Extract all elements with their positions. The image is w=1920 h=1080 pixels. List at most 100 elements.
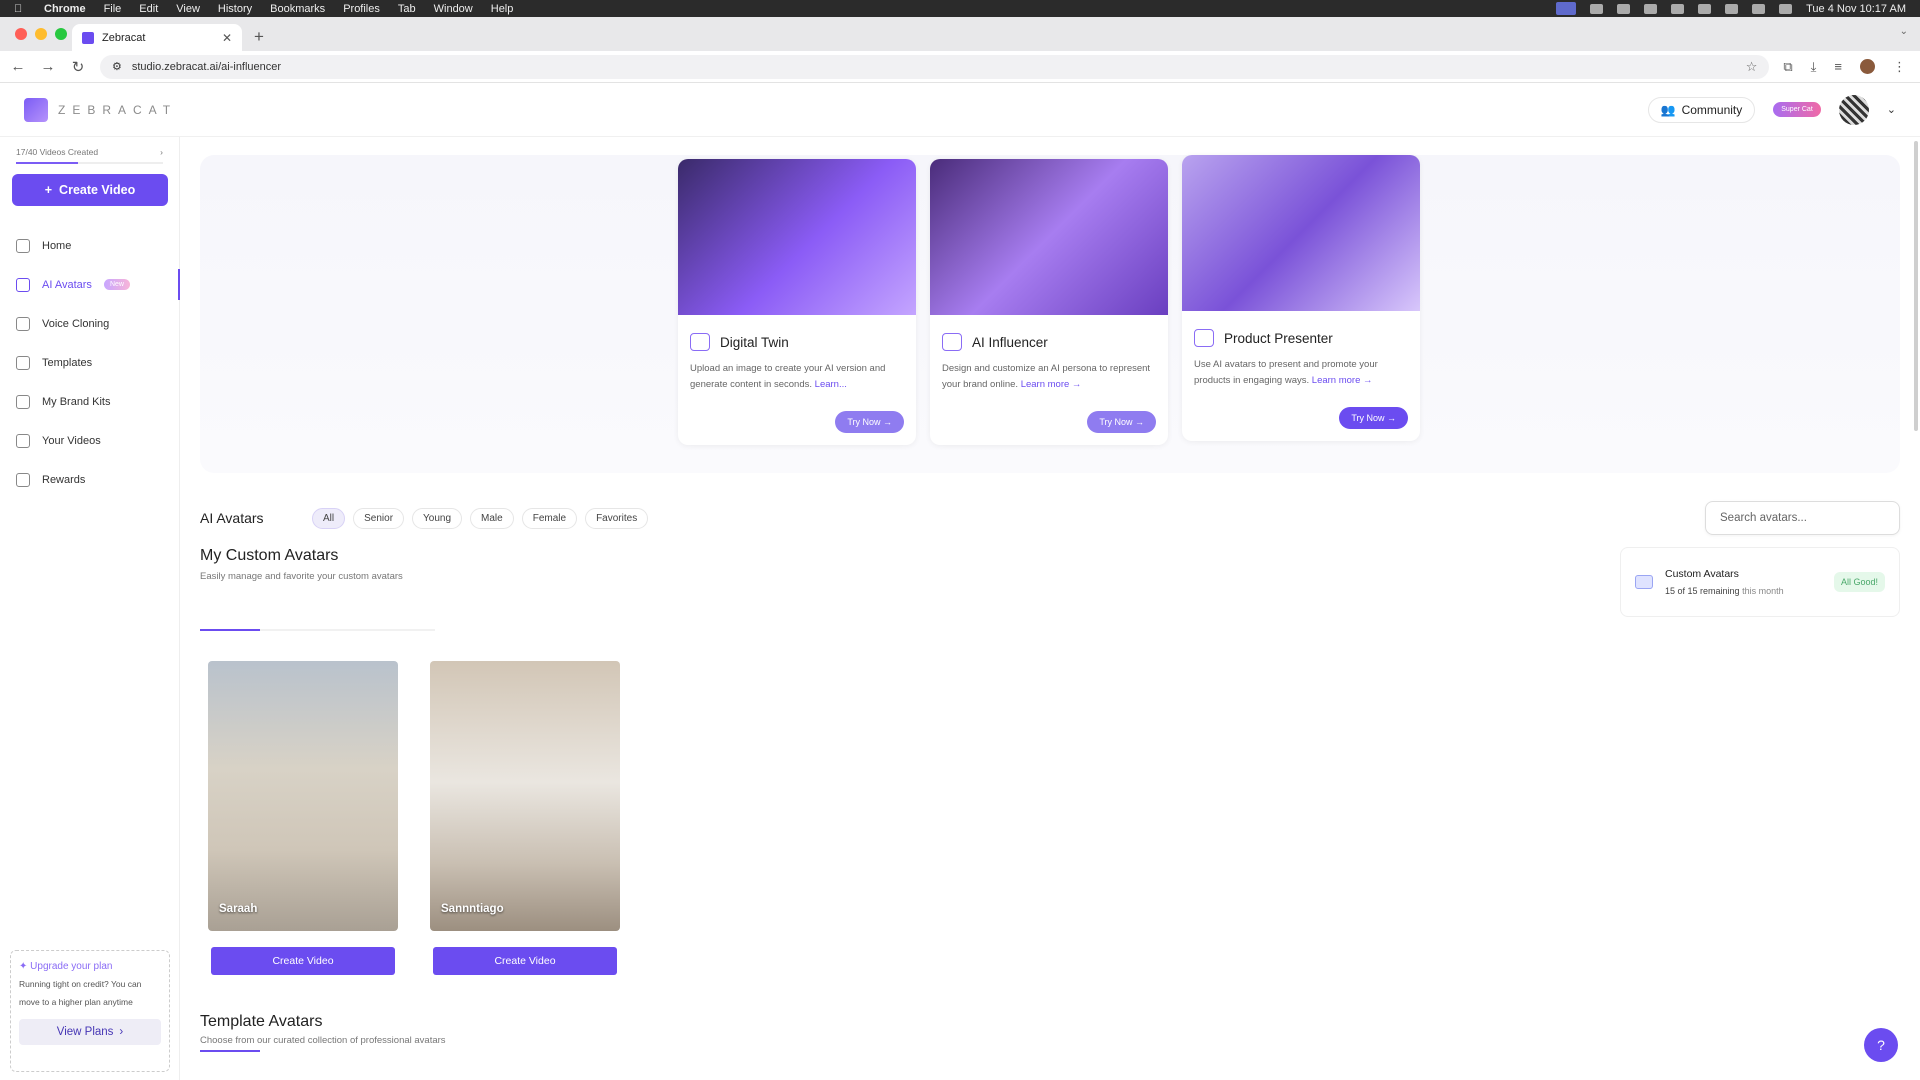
close-window-button[interactable] xyxy=(15,28,27,40)
media-icon[interactable]: ≡ xyxy=(1834,59,1842,74)
new-badge: New xyxy=(103,279,130,290)
menu-view[interactable]: View xyxy=(176,3,200,15)
url-text[interactable]: studio.zebracat.ai/ai-influencer xyxy=(132,61,281,73)
filter-chip-young[interactable]: Young xyxy=(412,507,463,529)
sidebar-item-label: Templates xyxy=(42,356,93,369)
usage-meter[interactable]: 17/40 Videos Created › xyxy=(12,147,167,157)
learn-more-link[interactable]: Learn more → xyxy=(1312,375,1373,386)
create-video-button[interactable]: Create Video xyxy=(211,947,395,975)
spotlight-search-icon[interactable] xyxy=(1752,3,1766,14)
digital-twin-image xyxy=(678,159,916,315)
product-presenter-image xyxy=(1182,155,1420,311)
view-plans-button[interactable]: View Plans › xyxy=(19,1019,161,1045)
plus-icon: + xyxy=(44,183,53,197)
feature-card-digital-twin[interactable]: Digital Twin Upload an image to create y… xyxy=(678,159,916,445)
logo[interactable]: ZEBRACAT xyxy=(24,97,177,122)
waveform-icon xyxy=(16,316,30,331)
bookmark-star-icon[interactable]: ☆ xyxy=(1746,59,1758,75)
browser-tab[interactable]: Zebracat ✕ xyxy=(72,24,242,51)
filter-chip-all[interactable]: All xyxy=(312,507,346,529)
usage-text: 17/40 Videos Created xyxy=(16,147,99,157)
sidebar-item-voice-cloning[interactable]: Voice Cloning xyxy=(12,304,167,343)
avatar-stack-icon xyxy=(1635,575,1653,589)
sidebar-item-templates[interactable]: Templates xyxy=(12,343,167,382)
sidebar: 17/40 Videos Created › + Create Video Ho… xyxy=(0,137,180,1080)
menu-history[interactable]: History xyxy=(218,3,252,15)
feature-title: Product Presenter xyxy=(1224,330,1333,346)
avatar-card[interactable]: Saraah Create Video xyxy=(208,661,408,975)
zoom-window-button[interactable] xyxy=(55,28,67,40)
status-icon[interactable] xyxy=(1617,3,1631,14)
chrome-menu-icon[interactable]: ⋮ xyxy=(1893,59,1906,75)
upgrade-plan-card: ✦ Upgrade your plan Running tight on cre… xyxy=(10,950,170,1072)
create-video-button[interactable]: + Create Video xyxy=(12,174,168,206)
feature-card-ai-influencer[interactable]: AI Influencer Design and customize an AI… xyxy=(930,159,1168,445)
filter-chip-male[interactable]: Male xyxy=(470,507,514,529)
bluetooth-icon[interactable] xyxy=(1698,3,1712,14)
try-now-button[interactable]: Try Now → xyxy=(1339,407,1408,429)
image-sparkle-icon xyxy=(1194,329,1214,347)
menu-edit[interactable]: Edit xyxy=(139,3,158,15)
menu-file[interactable]: File xyxy=(104,3,122,15)
apple-icon[interactable]:  xyxy=(14,3,26,15)
new-tab-button[interactable]: + xyxy=(254,27,264,47)
filter-chip-female[interactable]: Female xyxy=(521,507,578,529)
download-icon[interactable]: ⤓ xyxy=(1811,59,1817,75)
volume-icon[interactable] xyxy=(1671,3,1685,14)
avatar-photo[interactable]: Sannntiago xyxy=(430,661,620,931)
site-info-icon[interactable]: ⚙ xyxy=(112,60,122,73)
menu-help[interactable]: Help xyxy=(491,3,514,15)
extensions-icon[interactable]: ⧉ xyxy=(1783,59,1792,75)
control-center-icon[interactable] xyxy=(1779,3,1793,14)
sidebar-item-brand-kits[interactable]: My Brand Kits xyxy=(12,382,167,421)
status-icon[interactable] xyxy=(1590,3,1604,14)
menu-profiles[interactable]: Profiles xyxy=(343,3,380,15)
menu-app-name[interactable]: Chrome xyxy=(44,3,86,15)
feature-description: Upload an image to create your AI versio… xyxy=(678,351,916,399)
create-video-button[interactable]: Create Video xyxy=(433,947,617,975)
close-tab-icon[interactable]: ✕ xyxy=(222,31,232,45)
menu-tab[interactable]: Tab xyxy=(398,3,416,15)
wifi-icon[interactable] xyxy=(1725,3,1739,14)
sidebar-item-rewards[interactable]: Rewards xyxy=(12,460,167,499)
try-now-button[interactable]: Try Now → xyxy=(835,411,904,433)
feature-card-product-presenter[interactable]: Product Presenter Use AI avatars to pres… xyxy=(1182,155,1420,441)
user-avatar[interactable] xyxy=(1838,94,1869,125)
main-content: Digital Twin Upload an image to create y… xyxy=(200,137,1900,1080)
tab-search-icon[interactable]: ⌄ xyxy=(1900,26,1908,37)
avatar-name: Saraah xyxy=(219,903,258,915)
try-now-button[interactable]: Try Now → xyxy=(1087,411,1156,433)
sidebar-item-ai-avatars[interactable]: AI Avatars New xyxy=(12,265,180,304)
reload-icon[interactable]: ↻ xyxy=(70,58,86,76)
filter-chip-senior[interactable]: Senior xyxy=(353,507,405,529)
sidebar-item-label: Voice Cloning xyxy=(42,317,110,330)
custom-avatars-quota-card: Custom Avatars 15 of 15 remaining this m… xyxy=(1620,547,1900,617)
feature-description: Design and customize an AI persona to re… xyxy=(930,351,1168,399)
home-icon xyxy=(16,238,30,253)
learn-more-link[interactable]: Learn... xyxy=(815,379,847,390)
learn-more-link[interactable]: Learn more → xyxy=(1021,379,1082,390)
address-bar[interactable]: ⚙ studio.zebracat.ai/ai-influencer ☆ xyxy=(100,54,1770,79)
menu-window[interactable]: Window xyxy=(434,3,473,15)
sidebar-item-label: AI Avatars xyxy=(42,278,92,291)
sidebar-item-home[interactable]: Home xyxy=(12,226,167,265)
help-chat-button[interactable]: ? xyxy=(1864,1028,1898,1062)
back-icon[interactable]: ← xyxy=(10,58,26,75)
search-avatars-input[interactable]: Search avatars... xyxy=(1705,501,1900,535)
sidebar-item-your-videos[interactable]: Your Videos xyxy=(12,421,167,460)
usage-progress-bar xyxy=(16,162,163,164)
clock[interactable]: Tue 4 Nov 10:17 AM xyxy=(1806,3,1906,15)
page-scrollbar[interactable] xyxy=(1914,141,1918,431)
screen-record-icon[interactable] xyxy=(1556,2,1577,15)
community-button[interactable]: 👥 Community xyxy=(1647,96,1756,123)
keyboard-input-icon[interactable] xyxy=(1644,3,1658,14)
menu-bookmarks[interactable]: Bookmarks xyxy=(270,3,325,15)
minimize-window-button[interactable] xyxy=(35,28,47,40)
upgrade-text: Running tight on credit? You can move to… xyxy=(19,979,142,1007)
profile-avatar-icon[interactable] xyxy=(1860,59,1875,74)
chevron-down-icon[interactable]: ⌄ xyxy=(1887,103,1896,116)
forward-icon[interactable]: → xyxy=(40,58,56,75)
avatar-card[interactable]: Sannntiago Create Video xyxy=(430,661,630,975)
avatar-photo[interactable]: Saraah xyxy=(208,661,398,931)
filter-chip-favorites[interactable]: Favorites xyxy=(585,507,649,529)
